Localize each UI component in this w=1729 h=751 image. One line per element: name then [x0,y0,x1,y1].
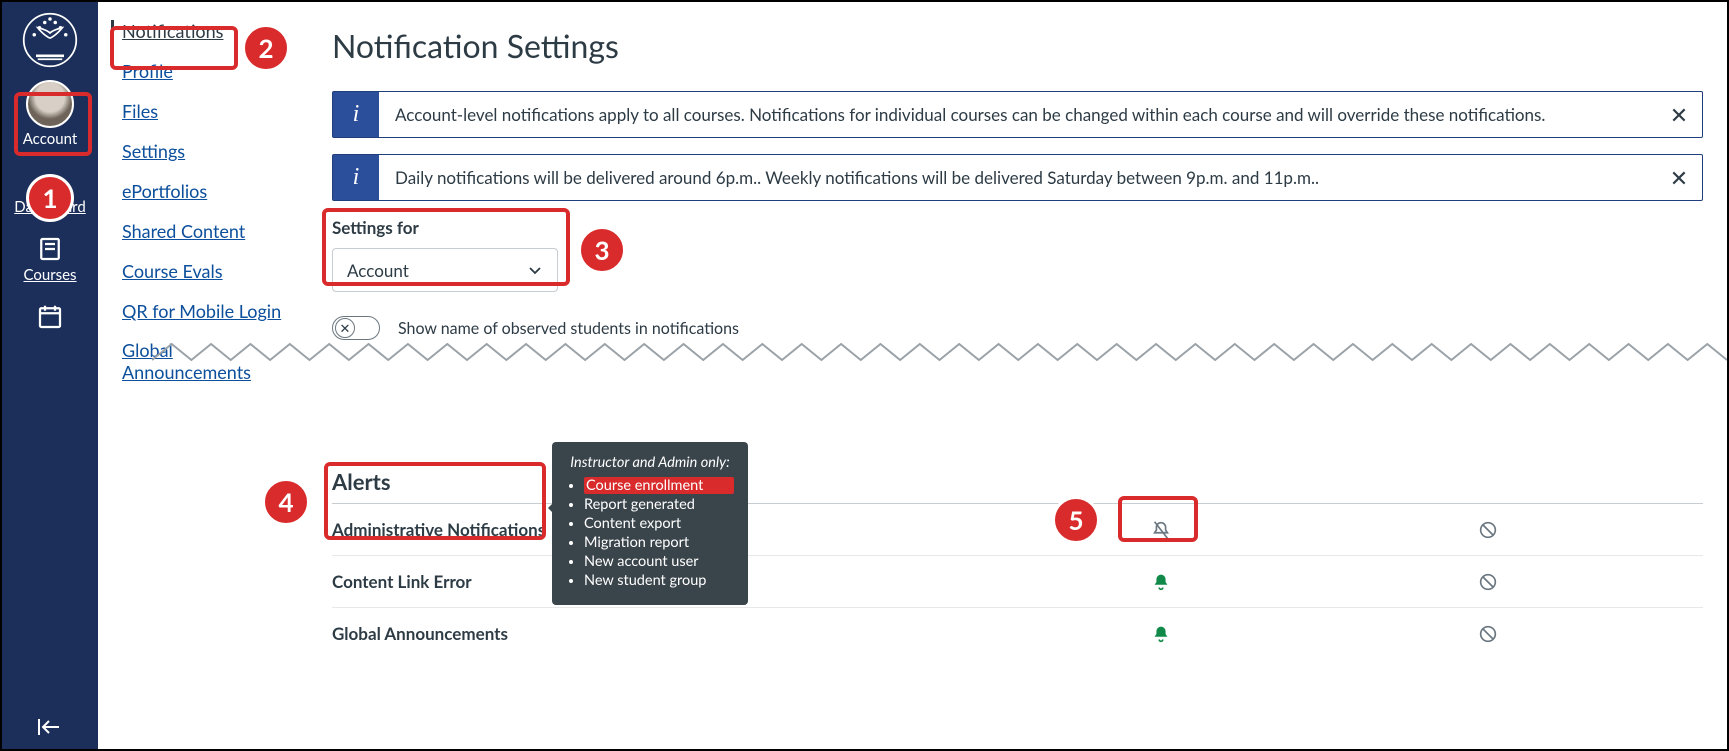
row-global-announcements: Global Announcements [332,607,1703,659]
chevron-down-icon [527,262,543,278]
settings-for-label: Settings for [332,217,1703,238]
row-administrative-notifications: Administrative Notifications [332,503,1703,555]
toggle-knob-off: ✕ [335,318,355,338]
nav-dashboard-label: Dashboard [14,198,85,216]
bell-on-icon [1150,571,1172,593]
info-banner-1-text: Account-level notifications apply to all… [379,92,1656,137]
subnav-shared-content[interactable]: Shared Content [122,220,298,242]
info-icon: i [333,155,379,200]
info-icon: i [333,92,379,137]
book-icon [35,234,65,264]
institution-logo [18,8,82,72]
observed-students-toggle-row: ✕ Show name of observed students in noti… [332,316,1703,340]
disabled-icon [1477,519,1499,541]
page-title: Notification Settings [332,26,1703,65]
nav-break-zigzag [21,402,81,446]
calendar-icon [35,302,65,332]
speedometer-icon [35,166,65,196]
admin-notifications-tooltip: Instructor and Admin only: Course enroll… [552,442,748,605]
settings-for-select[interactable]: Account [332,248,558,292]
nav-dashboard[interactable]: Dashboard [2,158,98,226]
nav-lower-fill [2,402,98,749]
ga-channel-2-button[interactable] [1462,614,1514,654]
collapse-icon [35,715,65,739]
bell-on-icon [1150,623,1172,645]
nav-courses[interactable]: Courses [2,226,98,294]
alerts-section: Alerts Administrative Notifications Cont… [332,462,1703,659]
subnav-files[interactable]: Files [122,100,298,122]
subnav-course-evals[interactable]: Course Evals [122,260,298,282]
cle-channel-1-button[interactable] [1135,562,1187,602]
bell-off-icon [1150,519,1172,541]
subnav-global-announcements[interactable]: Global Announcements [122,340,298,383]
account-subnav: Notifications Profile Files Settings ePo… [98,2,308,749]
subnav-profile[interactable]: Profile [122,60,298,82]
admin-channel-1-button[interactable] [1135,510,1187,550]
nav-account[interactable]: Account [2,72,98,158]
tooltip-item: New student group [584,572,734,589]
admin-channel-2-button[interactable] [1462,510,1514,550]
avatar [26,80,74,128]
tooltip-header: Instructor and Admin only: [566,454,734,471]
observed-students-toggle[interactable]: ✕ [332,316,380,340]
settings-for-group: Settings for Account [332,217,1703,292]
info-banner-1: i Account-level notifications apply to a… [332,91,1703,138]
row-content-link-error: Content Link Error [332,555,1703,607]
disabled-icon [1477,623,1499,645]
cle-channel-2-button[interactable] [1462,562,1514,602]
nav-courses-label: Courses [23,266,76,284]
row-ga-label: Global Announcements [332,623,772,644]
tooltip-item: New account user [584,553,734,570]
info-banner-2-close[interactable]: ✕ [1656,155,1702,200]
subnav-eportfolios[interactable]: ePortfolios [122,180,298,202]
nav-account-label: Account [23,130,78,148]
info-banner-1-close[interactable]: ✕ [1656,92,1702,137]
tooltip-item: Report generated [584,496,734,513]
collapse-nav-button[interactable] [2,715,98,739]
info-banner-2-text: Daily notifications will be delivered ar… [379,155,1656,200]
alerts-heading: Alerts [332,462,1703,503]
tooltip-item: Content export [584,515,734,532]
tooltip-item: Course enrollment [584,477,734,494]
settings-for-value: Account [347,260,409,281]
tooltip-item: Migration report [584,534,734,551]
disabled-icon [1477,571,1499,593]
subnav-qr-login[interactable]: QR for Mobile Login [122,300,298,322]
subnav-settings[interactable]: Settings [122,140,298,162]
info-banner-2: i Daily notifications will be delivered … [332,154,1703,201]
nav-calendar[interactable] [2,294,98,332]
subnav-notifications[interactable]: Notifications [111,20,298,42]
ga-channel-1-button[interactable] [1135,614,1187,654]
observed-students-toggle-label: Show name of observed students in notifi… [398,319,739,338]
